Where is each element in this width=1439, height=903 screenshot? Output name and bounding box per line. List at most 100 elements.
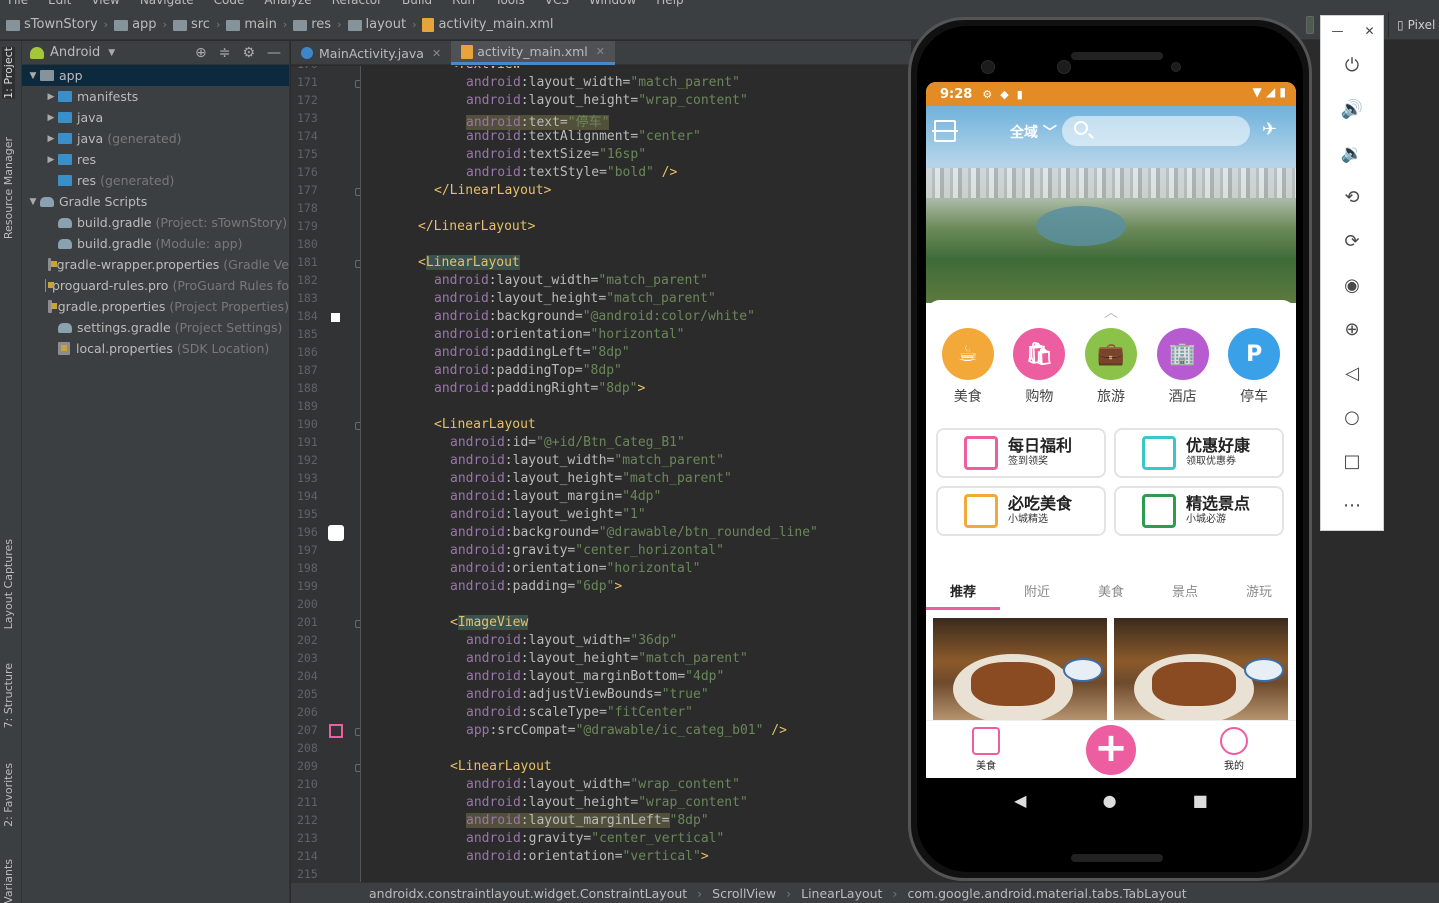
tab-favorites[interactable]: 2: Favorites	[2, 763, 15, 827]
chevron-down-icon[interactable]: ▼	[26, 197, 40, 207]
tree-node[interactable]: build.gradle (Project: sTownStory)	[22, 212, 289, 233]
chevron-right-icon[interactable]: ▶	[44, 134, 58, 144]
device-tab[interactable]: ▯ Pixel	[1388, 12, 1439, 38]
close-icon[interactable]: ✕	[432, 47, 441, 60]
tree-node[interactable]: proguard-rules.pro (ProGuard Rules fo	[22, 275, 289, 296]
category-1[interactable]: ☕ 美食	[938, 328, 998, 406]
menu-item-code[interactable]: Code	[214, 0, 245, 7]
fold-icon[interactable]	[355, 620, 360, 628]
project-view-mode[interactable]: Android	[50, 45, 100, 60]
chevron-up-icon[interactable]: ︿	[1104, 302, 1118, 322]
menu-item-tools[interactable]: Tools	[495, 0, 525, 7]
menu-item-vcs[interactable]: VCS	[545, 0, 569, 7]
minimize-icon[interactable]: —	[1331, 24, 1343, 38]
menu-item-edit[interactable]: Edit	[48, 0, 71, 7]
menu-item-file[interactable]: File	[8, 0, 28, 7]
tab-structure[interactable]: 7: Structure	[2, 663, 15, 728]
zoom-icon[interactable]: ⊕	[1339, 317, 1365, 343]
editor-tab[interactable]: MainActivity.java ✕	[291, 41, 451, 65]
chevron-down-icon[interactable]: ▼	[26, 71, 40, 81]
tab-resource-manager[interactable]: Resource Manager	[2, 137, 15, 239]
tree-node[interactable]: res (generated)	[22, 170, 289, 191]
rotate-left-icon[interactable]: ⟲	[1339, 185, 1365, 211]
content-tab[interactable]: 附近	[1007, 581, 1067, 600]
tree-node[interactable]: ▶ java	[22, 107, 289, 128]
editor-tab[interactable]: activity_main.xml ✕	[451, 41, 615, 65]
breadcrumb-item[interactable]: sTownStory ›	[6, 17, 114, 32]
content-tab[interactable]: 推荐	[933, 581, 993, 600]
chevron-right-icon[interactable]: ▶	[44, 92, 58, 102]
tab-build-variants[interactable]: Variants	[2, 859, 15, 903]
menu-item-analyze[interactable]: Analyze	[264, 0, 311, 7]
tree-node[interactable]: ▶ manifests	[22, 86, 289, 107]
category-3[interactable]: 💼 旅游	[1081, 328, 1141, 406]
close-icon[interactable]: ✕	[1364, 24, 1374, 38]
feature-card[interactable]: 精选景点 小城必游	[1114, 486, 1284, 536]
fold-icon[interactable]	[355, 188, 360, 196]
xml-breadcrumb-item[interactable]: LinearLayout	[801, 886, 882, 901]
tree-node[interactable]: settings.gradle (Project Settings)	[22, 317, 289, 338]
home-icon[interactable]: ○	[1339, 405, 1365, 431]
region-selector[interactable]: 全域 ﹀	[1010, 122, 1057, 142]
fold-icon[interactable]	[355, 260, 360, 268]
menu-item-run[interactable]: Run	[452, 0, 475, 7]
menu-item-view[interactable]: View	[91, 0, 119, 7]
share-icon[interactable]: ✈	[1262, 119, 1277, 140]
run-indicator[interactable]	[1306, 16, 1314, 34]
xml-breadcrumb-item[interactable]: com.google.android.material.tabs.TabLayo…	[907, 886, 1186, 901]
tree-node[interactable]: ▼ Gradle Scripts	[22, 191, 289, 212]
chevron-right-icon[interactable]: ▶	[44, 113, 58, 123]
tree-node[interactable]: gradle.properties (Project Properties)	[22, 296, 289, 317]
back-icon[interactable]: ◁	[1339, 361, 1365, 387]
tree-node[interactable]: local.properties (SDK Location)	[22, 338, 289, 359]
bottom-nav-profile[interactable]: 我的	[1204, 727, 1264, 772]
back-icon[interactable]: ◀	[1014, 791, 1026, 810]
code-editor[interactable]: <TextViewandroid:layout_width="match_par…	[362, 66, 912, 882]
gear-icon[interactable]: ⚙	[242, 45, 255, 61]
fold-icon[interactable]	[355, 728, 360, 736]
breadcrumb-item[interactable]: activity_main.xml	[422, 17, 553, 32]
tree-node[interactable]: build.gradle (Module: app)	[22, 233, 289, 254]
breadcrumb-item[interactable]: layout ›	[347, 17, 423, 32]
food-photo[interactable]	[933, 618, 1107, 726]
overview-icon[interactable]: □	[1339, 449, 1365, 475]
locate-icon[interactable]: ⊕	[195, 45, 207, 61]
scan-icon[interactable]	[932, 120, 958, 142]
menu-item-navigate[interactable]: Navigate	[140, 0, 194, 7]
tab-layout-captures[interactable]: Layout Captures	[2, 539, 15, 629]
rotate-right-icon[interactable]: ⟳	[1339, 229, 1365, 255]
tree-node[interactable]: gradle-wrapper.properties (Gradle Ve	[22, 254, 289, 275]
content-tab[interactable]: 景点	[1155, 581, 1215, 600]
search-input[interactable]	[1062, 116, 1250, 146]
menu-item-build[interactable]: Build	[402, 0, 432, 7]
xml-breadcrumb-item[interactable]: androidx.constraintlayout.widget.Constra…	[369, 886, 687, 901]
tab-project[interactable]: 1: Project	[2, 47, 15, 99]
breadcrumb-item[interactable]: src ›	[172, 17, 226, 32]
camera-icon[interactable]: ◉	[1339, 273, 1365, 299]
category-5[interactable]: P 停车	[1224, 328, 1284, 406]
content-tab[interactable]: 游玩	[1229, 581, 1289, 600]
menu-item-help[interactable]: Help	[656, 0, 683, 7]
tree-node[interactable]: ▶ res	[22, 149, 289, 170]
volume-up-icon[interactable]: 🔊	[1339, 97, 1365, 123]
fold-icon[interactable]	[355, 764, 360, 772]
category-2[interactable]: 🛍 购物	[1009, 328, 1069, 406]
menu-item-refactor[interactable]: Refactor	[332, 0, 382, 7]
volume-down-icon[interactable]: 🔉	[1339, 141, 1365, 167]
power-icon[interactable]: ⏻	[1339, 53, 1365, 79]
minimize-icon[interactable]: —	[267, 45, 281, 61]
home-icon[interactable]: ●	[1103, 791, 1117, 810]
chevron-right-icon[interactable]: ▶	[44, 155, 58, 165]
collapse-icon[interactable]: ≑	[219, 45, 231, 61]
food-photo[interactable]	[1114, 618, 1288, 726]
xml-breadcrumb-item[interactable]: ScrollView	[712, 886, 776, 901]
breadcrumb-item[interactable]: res ›	[293, 17, 347, 32]
fold-icon[interactable]	[355, 422, 360, 430]
add-button[interactable]: +	[1086, 725, 1136, 775]
content-tab[interactable]: 美食	[1081, 581, 1141, 600]
tree-node[interactable]: ▶ java (generated)	[22, 128, 289, 149]
breadcrumb-item[interactable]: main ›	[226, 17, 293, 32]
tree-node[interactable]: ▼ app	[22, 65, 289, 86]
more-icon[interactable]: ⋯	[1339, 493, 1365, 519]
overview-icon[interactable]: ■	[1193, 791, 1208, 810]
